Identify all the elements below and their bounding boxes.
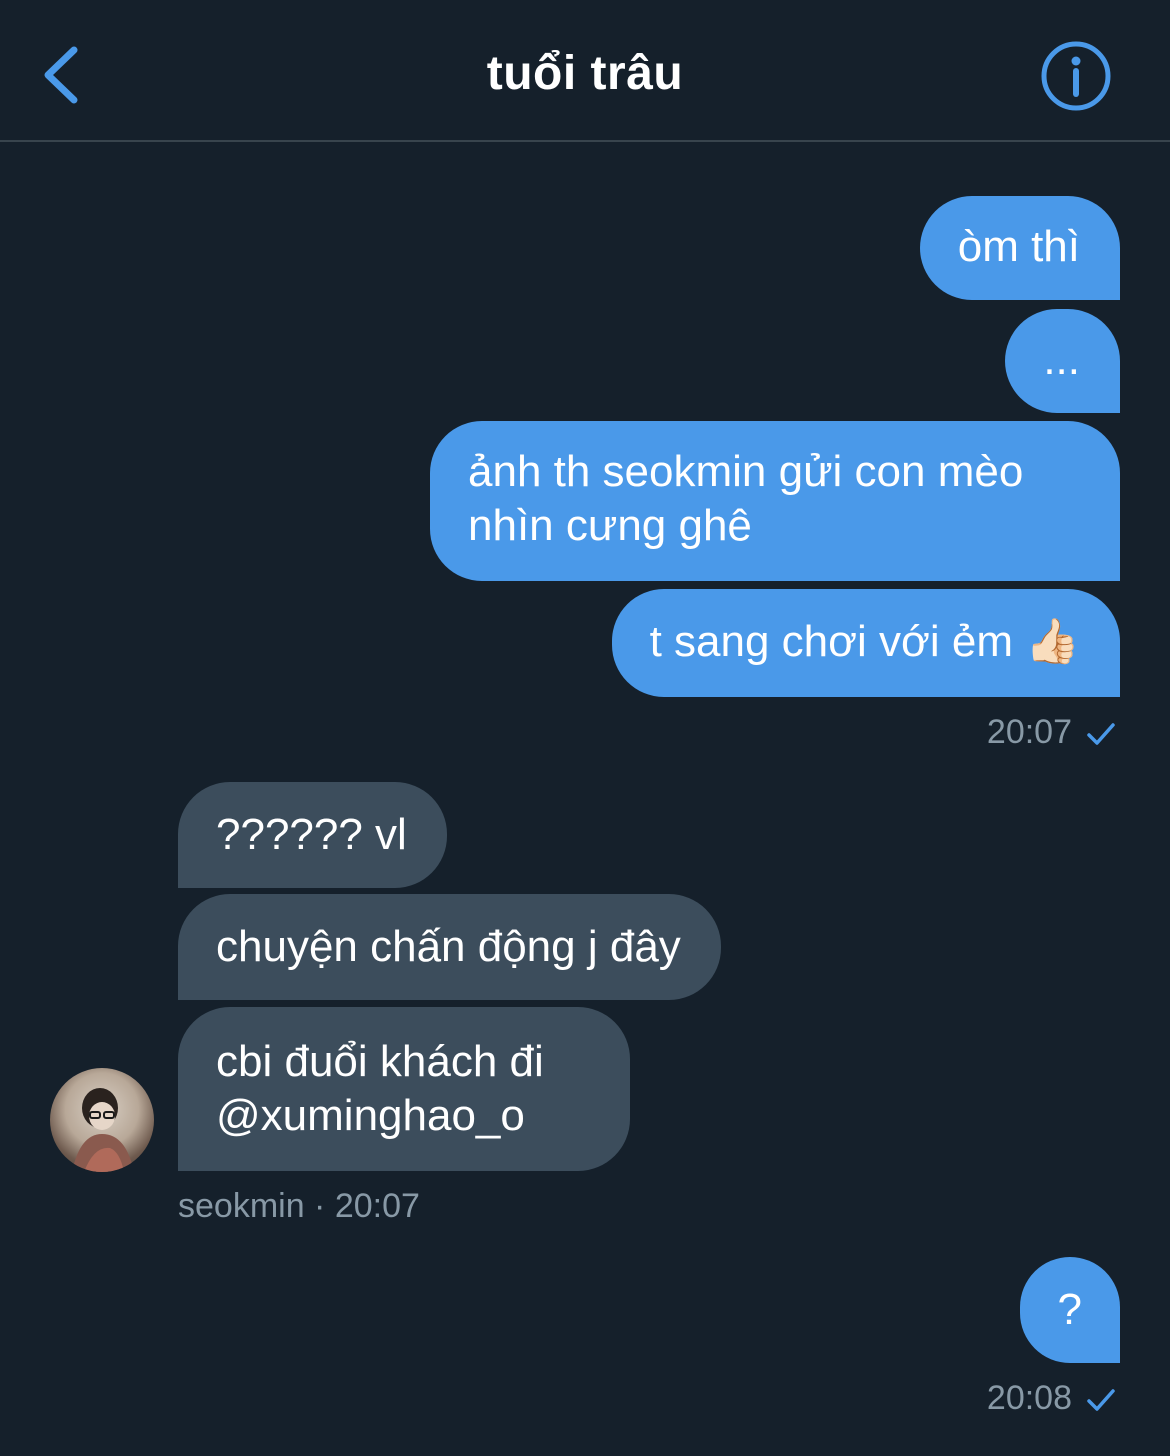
avatar[interactable]	[50, 1068, 154, 1172]
message-text: ?	[1057, 1285, 1082, 1334]
info-circle-icon	[1041, 41, 1111, 111]
sent-message[interactable]: òm thì	[919, 196, 1120, 300]
message-text: ...	[1043, 335, 1080, 384]
mention-link[interactable]: @xuminghao_o	[216, 1089, 590, 1143]
timestamp-text: 20:07	[986, 713, 1072, 751]
message-text: ?????? vl	[216, 810, 407, 859]
avatar-photo	[72, 1088, 134, 1172]
conversation-header: tuổi trâu	[0, 0, 1170, 142]
message-text-line: ảnh th seokmin gửi con mèo	[468, 447, 1024, 496]
sent-timestamp: 20:07	[987, 712, 1116, 752]
message-text-line: nhìn cưng ghê	[468, 501, 752, 550]
received-message[interactable]: cbi đuổi khách đi @xuminghao_o	[178, 1007, 630, 1171]
message-text: t sang chơi với ẻm 👍🏻	[649, 617, 1080, 666]
sent-message[interactable]: t sang chơi với ẻm 👍🏻	[611, 589, 1120, 697]
checkmark-icon	[1087, 723, 1115, 745]
message-text-line: cbi đuổi khách đi	[216, 1037, 544, 1086]
sender-timestamp: seokmin · 20:07	[178, 1187, 420, 1225]
received-message[interactable]: ?????? vl	[178, 782, 447, 888]
received-message[interactable]: chuyện chấn động j đây	[178, 894, 721, 1000]
info-button[interactable]	[1038, 38, 1114, 114]
sent-message[interactable]: ảnh th seokmin gửi con mèo nhìn cưng ghê	[430, 421, 1120, 581]
message-text: chuyện chấn động j đây	[216, 922, 681, 971]
timestamp-text: 20:08	[986, 1379, 1072, 1417]
sent-message[interactable]: ?	[1019, 1257, 1120, 1363]
sent-message[interactable]: ...	[1005, 309, 1120, 413]
checkmark-icon	[1087, 1389, 1115, 1411]
message-text: òm thì	[957, 222, 1080, 271]
conversation-title[interactable]: tuổi trâu	[0, 42, 1170, 106]
sent-timestamp: 20:08	[987, 1378, 1116, 1418]
